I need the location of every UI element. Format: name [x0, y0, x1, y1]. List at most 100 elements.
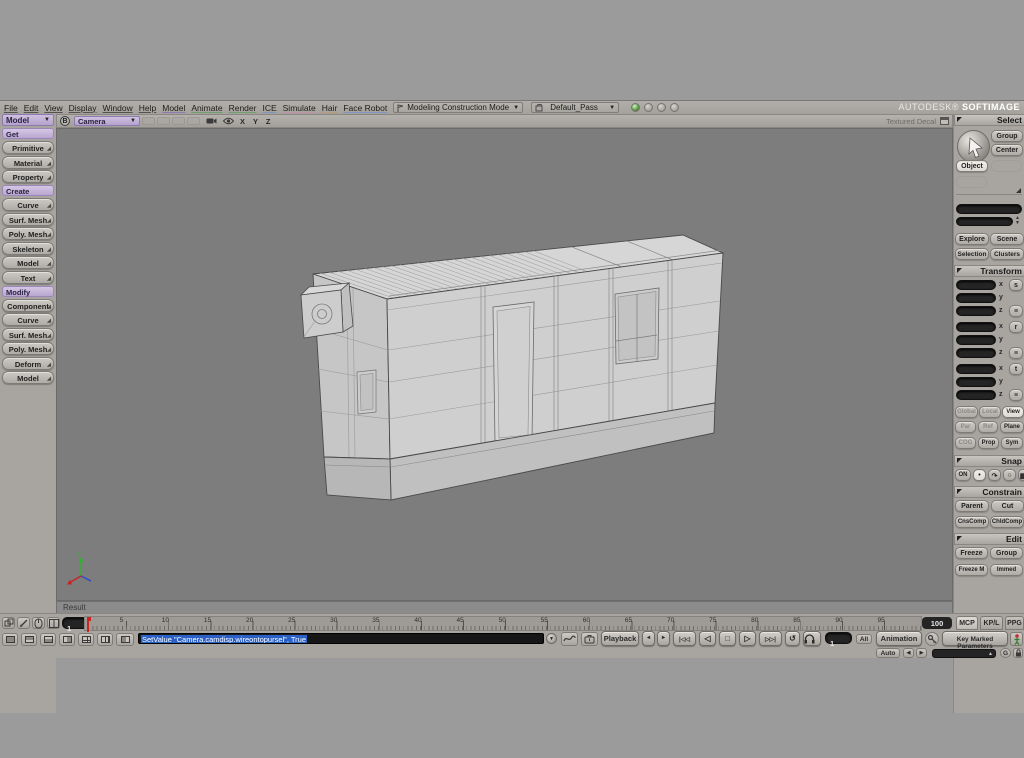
memo-cam-slot[interactable]	[172, 117, 185, 125]
selection-text-field[interactable]	[956, 204, 1022, 214]
tool-button[interactable]: Skeleton◢	[2, 242, 54, 255]
tool-button[interactable]: Model◢	[2, 371, 54, 384]
tab-mcp[interactable]: MCP	[956, 616, 978, 630]
parent-constrain-button[interactable]: Parent	[955, 500, 989, 512]
snap-grid-button[interactable]: ▦	[1018, 469, 1024, 481]
transform-tool-icon[interactable]	[2, 617, 15, 629]
freeze-m-button[interactable]: Freeze M	[955, 564, 988, 576]
tab-kpl[interactable]: KP/L	[980, 616, 1003, 630]
filter-expand-strip[interactable]	[956, 188, 1022, 195]
constrain-panel-header[interactable]: Constrain	[954, 486, 1024, 498]
menu-item[interactable]: Edit	[24, 103, 39, 113]
snap-point-button[interactable]: •	[973, 469, 986, 481]
rotate-mode-button[interactable]: r	[1009, 321, 1023, 333]
explore-button[interactable]: Explore	[955, 233, 989, 245]
tool-button[interactable]: Deform◢	[2, 357, 54, 370]
toolbar-menu-item[interactable]: Hair	[322, 103, 338, 113]
auto-key-button[interactable]: Auto	[876, 648, 900, 658]
view-mode-button[interactable]: View	[1002, 406, 1024, 418]
tool-button[interactable]: Material◢	[2, 156, 54, 169]
freeze-button[interactable]: Freeze	[955, 547, 988, 559]
cnscomp-button[interactable]: CnsComp	[955, 516, 989, 528]
rotate-options-button[interactable]: ≡	[1009, 347, 1023, 359]
scale-mode-button[interactable]: s	[1009, 279, 1023, 291]
tool-button[interactable]: Poly. Mesh◢	[2, 342, 54, 355]
toolbar-menu-item[interactable]: Render	[229, 103, 257, 113]
render-pass-dropdown[interactable]: Default_Pass ▼	[531, 102, 619, 113]
key-icon[interactable]	[925, 632, 939, 646]
construction-mode-dropdown[interactable]: Modeling Construction Mode ▼	[393, 102, 523, 113]
step-forward-button[interactable]: ▶	[916, 648, 927, 658]
round-tool-icon[interactable]	[644, 103, 653, 112]
spinner-down-icon[interactable]: ▼	[1015, 221, 1020, 225]
tab-ppg[interactable]: PPG	[1005, 616, 1024, 630]
lock-icon[interactable]	[1013, 648, 1023, 658]
toolbar-menu-item[interactable]: Simulate	[283, 103, 316, 113]
camera-icon[interactable]	[206, 117, 217, 125]
tool-button[interactable]: Surf. Mesh◢	[2, 213, 54, 226]
snap-circle-button[interactable]: ○	[1003, 469, 1016, 481]
scale-options-button[interactable]: ≡	[1009, 305, 1023, 317]
select-tool-button[interactable]	[957, 130, 990, 163]
section-header-modify[interactable]: Modify	[2, 286, 54, 297]
sym-button[interactable]: Sym	[1001, 437, 1023, 449]
section-header-get[interactable]: Get	[2, 128, 54, 139]
translate-mode-button[interactable]: t	[1009, 363, 1023, 375]
group-select-button[interactable]: Group	[991, 130, 1023, 142]
memo-cam-slot[interactable]	[157, 117, 170, 125]
go-first-frame-button[interactable]: |◁◁	[673, 631, 696, 646]
tool-button[interactable]: Surf. Mesh◢	[2, 328, 54, 341]
edit-group-button[interactable]: Group	[990, 547, 1023, 559]
tool-panel-mode-dropdown[interactable]: Model ▼	[2, 114, 54, 126]
range-out-button[interactable]: ▸	[657, 631, 670, 646]
layout-preset-vertical-button[interactable]	[59, 633, 75, 646]
section-header-create[interactable]: Create	[2, 185, 54, 196]
immed-button[interactable]: Immed	[990, 564, 1023, 576]
playback-options-button[interactable]: Playback	[601, 631, 639, 646]
command-history-dropdown[interactable]: ▼	[546, 633, 557, 644]
character-key-icon[interactable]	[1010, 632, 1023, 646]
split-view-icon[interactable]	[47, 617, 60, 629]
step-back-button[interactable]: ◀	[903, 648, 914, 658]
menu-item[interactable]: Help	[139, 103, 156, 113]
refresh-icon[interactable]: G	[1000, 648, 1011, 658]
go-last-frame-button[interactable]: ▷▷|	[759, 631, 782, 646]
playback-speed-slider[interactable]: ▲	[932, 649, 996, 658]
stop-button[interactable]: □	[719, 631, 736, 646]
tool-button[interactable]: Text◢	[2, 271, 54, 284]
audio-mute-button[interactable]	[803, 631, 821, 646]
layout-preset-quad-button[interactable]	[78, 633, 94, 646]
rotate-y-field[interactable]	[956, 335, 996, 345]
tool-button[interactable]: Component◢	[2, 299, 54, 312]
round-tool-icon[interactable]	[670, 103, 679, 112]
tool-button[interactable]: Poly. Mesh◢	[2, 227, 54, 240]
toolbar-menu-item[interactable]: Model	[162, 103, 185, 113]
maximize-viewport-icon[interactable]	[940, 117, 949, 125]
shelf-icon[interactable]	[581, 632, 598, 646]
scale-z-field[interactable]	[956, 306, 996, 316]
key-marked-parameters-button[interactable]: Key Marked Parameters	[942, 631, 1008, 646]
layout-preset-single-button[interactable]	[2, 633, 18, 646]
all-button[interactable]: All	[856, 634, 872, 644]
menu-item[interactable]: Display	[69, 103, 97, 113]
round-tool-icon[interactable]	[657, 103, 666, 112]
layout-preset-custom-button[interactable]	[116, 633, 134, 646]
pen-tool-icon[interactable]	[17, 617, 30, 629]
axis-lock-buttons[interactable]: X Y Z	[240, 117, 273, 126]
tool-button[interactable]: Primitive◢	[2, 141, 54, 154]
translate-options-button[interactable]: ≡	[1009, 389, 1023, 401]
animation-menu-button[interactable]: Animation	[876, 631, 922, 646]
snap-on-toggle[interactable]: ON	[955, 469, 971, 481]
layout-preset-top-button[interactable]	[21, 633, 37, 646]
layout-preset-bottom-button[interactable]	[40, 633, 56, 646]
memo-cam-slot[interactable]	[142, 117, 155, 125]
edit-panel-header[interactable]: Edit	[954, 533, 1024, 545]
selection-button[interactable]: Selection	[955, 248, 989, 260]
timeline-ruler[interactable]: 5101520253035404550556065707580859095	[84, 616, 922, 631]
play-button[interactable]: ▷	[739, 631, 756, 646]
script-editor-icon[interactable]	[561, 632, 578, 646]
menu-item[interactable]: Window	[103, 103, 133, 113]
eye-icon[interactable]	[223, 117, 234, 125]
memo-cam-slot[interactable]	[187, 117, 200, 125]
select-panel-header[interactable]: Select	[954, 114, 1024, 126]
